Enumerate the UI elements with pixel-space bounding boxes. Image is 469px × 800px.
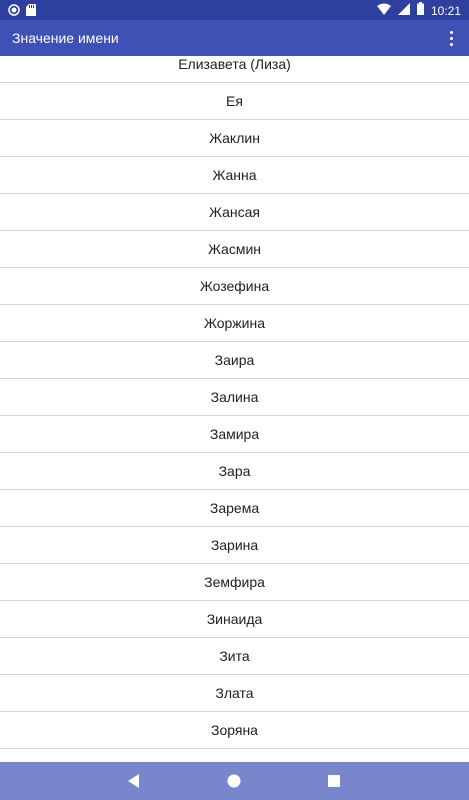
list-item[interactable]: Жозефина [0,268,469,305]
list-item[interactable]: Зарина [0,527,469,564]
names-list[interactable]: Елизавета (Лиза) Ея Жаклин Жанна Жансая … [0,56,469,762]
list-item[interactable]: Зара [0,453,469,490]
app-bar: Значение имени [0,20,469,56]
names-list-inner: Елизавета (Лиза) Ея Жаклин Жанна Жансая … [0,56,469,762]
battery-icon [416,2,424,20]
list-item[interactable]: Елизавета (Лиза) [0,56,469,83]
more-vert-icon[interactable] [441,26,461,50]
list-item[interactable]: Жоржина [0,305,469,342]
list-item[interactable]: Замира [0,416,469,453]
list-item[interactable]: Жанна [0,157,469,194]
list-item[interactable]: Ея [0,83,469,120]
back-icon[interactable] [114,762,154,800]
menu-dot [449,30,453,34]
record-icon [8,3,20,21]
list-item[interactable]: Жасмин [0,231,469,268]
list-item[interactable]: Заира [0,342,469,379]
home-icon[interactable] [214,762,254,800]
recents-icon[interactable] [314,762,354,800]
list-item[interactable]: Зоряна [0,712,469,749]
status-bar: 10:21 [0,0,469,20]
sd-card-icon [26,3,36,21]
list-item[interactable]: Злата [0,675,469,712]
list-item[interactable]: Зоя [0,749,469,762]
menu-dot [449,36,453,40]
list-item[interactable]: Зинаида [0,601,469,638]
status-time: 10:21 [430,4,461,18]
navigation-bar [0,762,469,800]
list-item[interactable]: Зита [0,638,469,675]
menu-dot [449,42,453,46]
wifi-icon [376,2,391,20]
cell-signal-icon [397,2,410,20]
list-item[interactable]: Залина [0,379,469,416]
list-item[interactable]: Жансая [0,194,469,231]
status-left [8,3,36,21]
list-item[interactable]: Жаклин [0,120,469,157]
status-right: 10:21 [376,2,461,20]
app-title: Значение имени [12,30,119,46]
list-item[interactable]: Земфира [0,564,469,601]
list-item[interactable]: Зарема [0,490,469,527]
